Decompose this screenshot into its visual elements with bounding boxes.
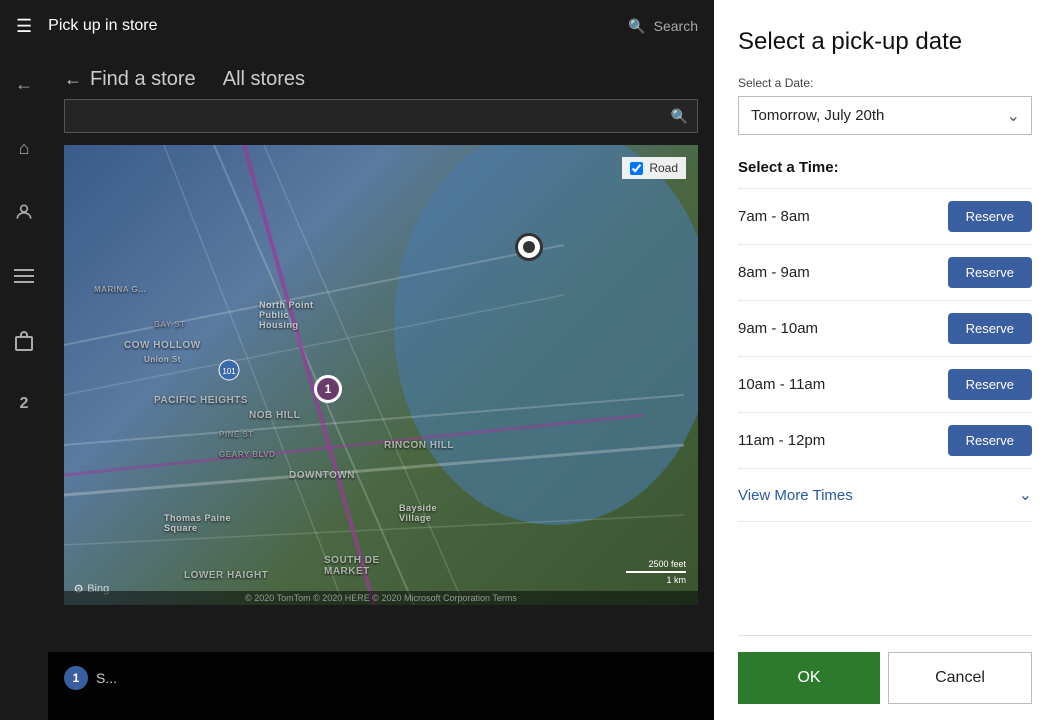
road-checkbox-input[interactable]	[630, 162, 643, 175]
map-pin-target	[515, 233, 543, 261]
search-nav-label: Search	[654, 18, 698, 34]
view-more-times-label: View More Times	[738, 487, 853, 504]
people-icon[interactable]	[4, 192, 44, 232]
all-stores-link[interactable]: All stores	[223, 68, 305, 91]
scale-km: 1 km	[666, 575, 686, 585]
time-select-label: Select a Time:	[738, 159, 1032, 176]
reserve-button-3[interactable]: Reserve	[948, 313, 1032, 344]
map-label-downtown: DOWNTOWN	[289, 470, 355, 481]
search-nav-icon: 🔍	[628, 18, 645, 35]
map-label-rincon: RINCON HILL	[384, 440, 454, 451]
top-nav: ☰ Pick up in store 🔍 Search	[0, 0, 714, 52]
reserve-button-5[interactable]: Reserve	[948, 425, 1032, 456]
map-label-pine: Pine St	[219, 430, 254, 439]
store-info: S...	[96, 670, 117, 686]
time-slot-3: 9am - 10am Reserve	[738, 301, 1032, 357]
store-search-container: 🔍	[48, 99, 714, 145]
cancel-button[interactable]: Cancel	[888, 652, 1032, 704]
map-label-nob-hill: NOB HILL	[249, 410, 300, 421]
map-label-marina: Marina G...	[94, 285, 146, 294]
store-content: ← Find a store All stores 🔍 Availa	[48, 52, 714, 720]
map-label-bayside: BaysideVillage	[399, 503, 437, 523]
view-more-chevron-icon: ⌄	[1019, 485, 1032, 505]
hamburger-icon[interactable]: ☰	[16, 16, 32, 37]
find-store-title: Find a store	[90, 68, 196, 91]
map-label-thomas: Thomas PaineSquare	[164, 513, 231, 533]
store-back-button[interactable]: ←	[64, 69, 82, 90]
reserve-button-1[interactable]: Reserve	[948, 201, 1032, 232]
time-text-1: 7am - 8am	[738, 208, 810, 225]
map-label-north-point: North PointPublicHousing	[259, 300, 314, 330]
date-select-wrapper: Tomorrow, July 20th ⌄	[738, 96, 1032, 135]
map-label-pacific: PACIFIC HEIGHTS	[154, 395, 248, 406]
divider	[204, 68, 215, 91]
ok-button[interactable]: OK	[738, 652, 880, 704]
home-icon[interactable]: ⌂	[4, 128, 44, 168]
copyright-bar: © 2020 TomTom © 2020 HERE © 2020 Microso…	[64, 591, 698, 605]
view-more-times-row[interactable]: View More Times ⌄	[738, 469, 1032, 522]
side-icons: ← ⌂ 2	[0, 52, 48, 424]
date-select-label: Select a Date:	[738, 76, 1032, 90]
map-label-bay-st: Bay St	[154, 320, 185, 329]
map-roads-svg: 101 101	[64, 145, 698, 605]
back-icon[interactable]: ←	[4, 64, 44, 104]
map-label-geary: Geary Blvd	[219, 450, 275, 459]
time-text-3: 9am - 10am	[738, 320, 818, 337]
store-number-badge: 1	[64, 666, 88, 690]
search-bar-nav: 🔍 Search	[628, 18, 698, 35]
reserve-button-2[interactable]: Reserve	[948, 257, 1032, 288]
time-text-2: 8am - 9am	[738, 264, 810, 281]
left-panel: ☰ Pick up in store 🔍 Search ← ⌂	[0, 0, 714, 720]
nav-title: Pick up in store	[48, 17, 612, 35]
time-slot-2: 8am - 9am Reserve	[738, 245, 1032, 301]
date-select[interactable]: Tomorrow, July 20th	[738, 96, 1032, 135]
map-label-south: SOUTH DEMARKET	[324, 555, 380, 577]
reserve-button-4[interactable]: Reserve	[948, 369, 1032, 400]
bottom-bar: 1 S...	[48, 652, 714, 720]
store-search-wrapper: 🔍	[64, 99, 698, 133]
map-label-union: Union St	[144, 355, 181, 364]
panel-footer: OK Cancel	[738, 635, 1032, 720]
right-panel: Select a pick-up date Select a Date: Tom…	[714, 0, 1056, 720]
scale-line	[626, 571, 686, 573]
bag-icon[interactable]	[4, 320, 44, 360]
time-slot-1: 7am - 8am Reserve	[738, 188, 1032, 245]
road-label: Road	[649, 161, 678, 175]
map-container: 101 101 COW HOLLOW Union St NOB HILL PAC…	[64, 145, 698, 605]
map-pin-1[interactable]: 1	[314, 375, 342, 403]
time-slots-list: 7am - 8am Reserve 8am - 9am Reserve 9am …	[738, 188, 1032, 469]
road-checkbox[interactable]: Road	[622, 157, 686, 179]
time-text-4: 10am - 11am	[738, 376, 825, 393]
menu-icon[interactable]	[4, 256, 44, 296]
time-text-5: 11am - 12pm	[738, 432, 825, 449]
store-search-input[interactable]	[64, 99, 698, 133]
time-slot-5: 11am - 12pm Reserve	[738, 413, 1032, 469]
store-header: ← Find a store All stores	[48, 52, 714, 99]
map-label-lower-haight: LOWER HAIGHT	[184, 570, 268, 581]
scale-feet: 2500 feet	[648, 559, 686, 569]
map-background: 101 101 COW HOLLOW Union St NOB HILL PAC…	[64, 145, 698, 605]
time-slot-4: 10am - 11am Reserve	[738, 357, 1032, 413]
map-label-cow-hollow: COW HOLLOW	[124, 340, 201, 351]
number-2-badge: 2	[4, 384, 44, 424]
svg-text:101: 101	[222, 367, 236, 376]
panel-title: Select a pick-up date	[738, 28, 1032, 56]
scale-bar: 2500 feet 1 km	[626, 559, 686, 585]
